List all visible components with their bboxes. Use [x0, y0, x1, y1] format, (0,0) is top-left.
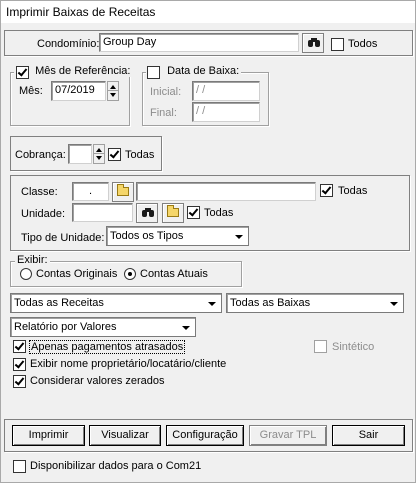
condominio-search-button[interactable]: [302, 33, 324, 53]
inicial-date-input[interactable]: / /: [192, 81, 260, 101]
cobranca-spinner[interactable]: [93, 144, 105, 164]
baixas-select[interactable]: Todas as Baixas: [226, 293, 404, 313]
mes-spinner[interactable]: [107, 81, 119, 101]
folder-icon: [117, 184, 129, 196]
unidade-search-button[interactable]: [136, 203, 158, 223]
cobranca-todas-label: Todas: [125, 149, 155, 161]
baixas-value: Todas as Baixas: [230, 297, 311, 309]
chevron-down-icon: [205, 296, 219, 310]
final-label: Final:: [150, 107, 177, 119]
inicial-label: Inicial:: [150, 86, 182, 98]
chevron-down-icon: [232, 229, 246, 243]
classe-todas-label: Todas: [338, 185, 368, 197]
imprimir-button[interactable]: Imprimir: [12, 425, 85, 446]
mes-referencia-checkbox[interactable]: [16, 66, 29, 79]
tipo-unidade-label: Tipo de Unidade:: [21, 232, 105, 244]
data-baixa-label: Data de Baixa:: [167, 65, 240, 77]
tipo-unidade-value: Todos os Tipos: [110, 230, 184, 242]
contas-originais-label: Contas Originais: [36, 268, 118, 280]
classe-browse-button[interactable]: [112, 182, 134, 202]
contas-atuais-label: Contas Atuais: [140, 268, 208, 280]
condominio-label: Condomínio:: [37, 38, 100, 50]
unidade-todas-checkbox[interactable]: [187, 206, 200, 219]
unidade-input[interactable]: [72, 203, 133, 222]
mes-input[interactable]: 07/2019: [51, 81, 106, 101]
apenas-atrasados-checkbox[interactable]: [13, 340, 26, 353]
exibir-label: Exibir:: [15, 254, 50, 266]
classe-code-input[interactable]: .: [72, 182, 109, 201]
contas-originais-radio[interactable]: [20, 268, 32, 280]
sair-button[interactable]: Sair: [332, 425, 405, 446]
mes-referencia-label: Mês de Referência:: [35, 65, 131, 77]
relatorio-value: Relatório por Valores: [14, 321, 117, 333]
configuracao-button[interactable]: Configuração: [166, 425, 244, 446]
visualizar-button[interactable]: Visualizar: [89, 425, 161, 446]
title-bar: Imprimir Baixas de Receitas: [1, 1, 415, 23]
classe-label: Classe:: [21, 186, 58, 198]
print-receipts-dialog: Imprimir Baixas de Receitas Condomínio: …: [0, 0, 416, 483]
unidade-browse-button[interactable]: [162, 203, 184, 223]
tipo-unidade-select[interactable]: Todos os Tipos: [106, 226, 249, 246]
data-baixa-checkbox[interactable]: [147, 66, 160, 79]
cobranca-input[interactable]: [68, 144, 92, 164]
apenas-atrasados-label: Apenas pagamentos atrasados: [29, 340, 186, 354]
gravar-tpl-button[interactable]: Gravar TPL: [249, 425, 327, 446]
condominio-input[interactable]: Group Day: [99, 33, 299, 52]
unidade-todas-label: Todas: [204, 207, 234, 219]
sintetico-checkbox[interactable]: [314, 340, 327, 353]
considerar-zerados-checkbox[interactable]: [13, 375, 26, 388]
contas-atuais-radio[interactable]: [124, 268, 136, 280]
binoculars-icon: [142, 208, 154, 218]
classe-description-input[interactable]: [136, 182, 316, 201]
data-baixa-legend: Data de Baixa:: [146, 65, 242, 77]
exibir-nome-label: Exibir nome proprietário/locatário/clien…: [30, 358, 227, 370]
window-title: Imprimir Baixas de Receitas: [6, 5, 156, 19]
condominio-todos-checkbox[interactable]: [331, 38, 344, 51]
chevron-down-icon: [179, 320, 193, 334]
condominio-todos-label: Todos: [348, 38, 378, 50]
relatorio-select[interactable]: Relatório por Valores: [10, 317, 196, 337]
cobranca-todas-checkbox[interactable]: [108, 148, 121, 161]
mes-label: Mês:: [19, 85, 43, 97]
final-date-input[interactable]: / /: [192, 102, 260, 122]
unidade-label: Unidade:: [21, 208, 66, 220]
receitas-value: Todas as Receitas: [14, 297, 104, 309]
mes-referencia-legend: Mês de Referência:: [14, 65, 133, 77]
classe-todas-checkbox[interactable]: [320, 184, 333, 197]
chevron-down-icon: [387, 296, 401, 310]
com21-checkbox[interactable]: [13, 460, 26, 473]
binoculars-icon: [308, 38, 320, 48]
cobranca-label: Cobrança:: [15, 149, 66, 161]
sintetico-label: Sintético: [332, 341, 375, 353]
receitas-select[interactable]: Todas as Receitas: [10, 293, 222, 313]
com21-label: Disponibilizar dados para o Com21: [30, 460, 202, 472]
folder-icon: [167, 205, 179, 217]
considerar-zerados-label: Considerar valores zerados: [30, 375, 165, 387]
exibir-nome-checkbox[interactable]: [13, 358, 26, 371]
